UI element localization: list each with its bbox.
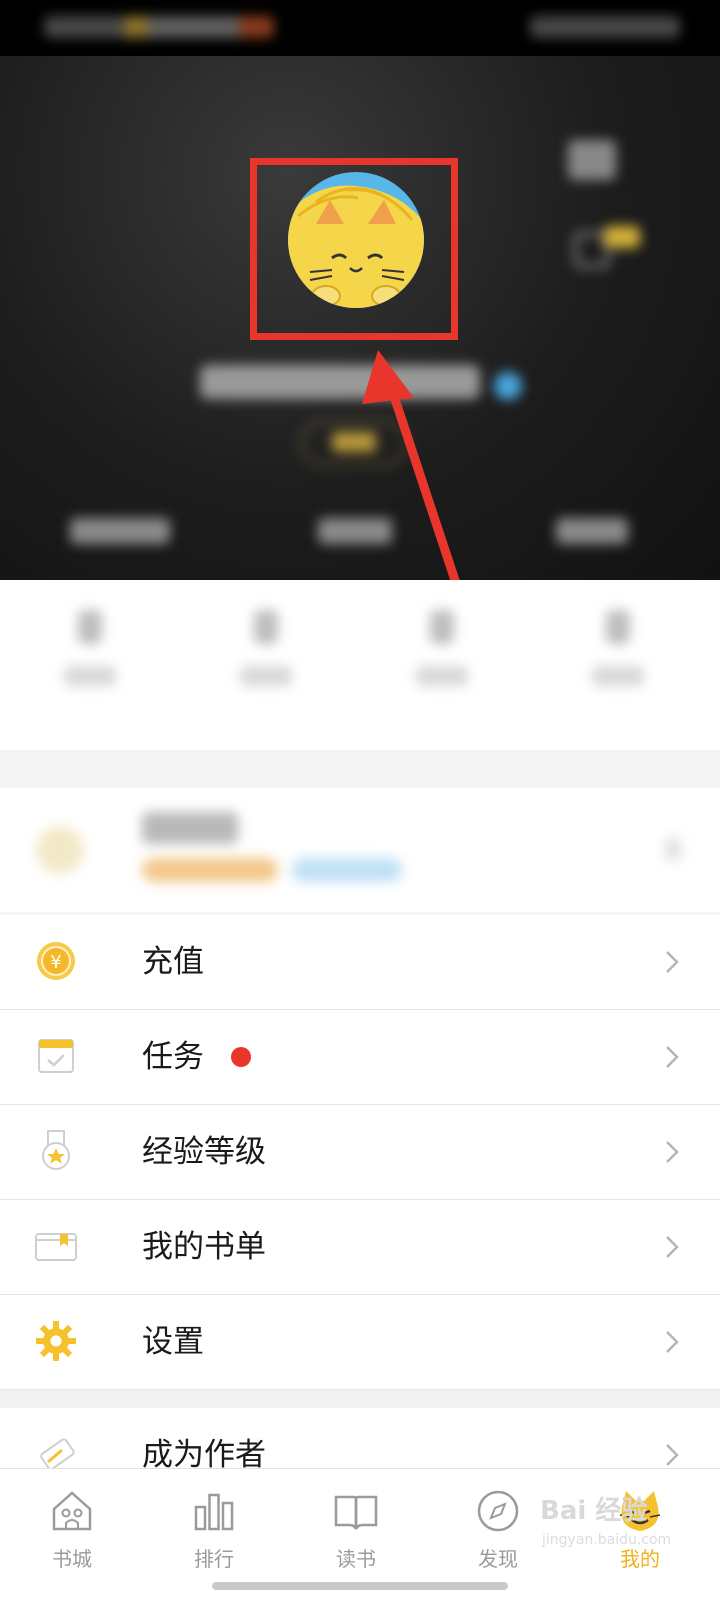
verified-icon (494, 372, 522, 400)
member-title (142, 812, 238, 844)
tab-bookstore[interactable]: 书城 (22, 1487, 122, 1572)
book-icon (334, 1495, 378, 1530)
booklist-icon (35, 1233, 77, 1261)
menu-item-label: 经验等级 (142, 1134, 266, 1170)
compass-icon (477, 1490, 519, 1532)
stat-item[interactable] (578, 610, 658, 686)
header-stat-1[interactable] (70, 518, 170, 544)
status-bar-left (44, 16, 274, 38)
tab-label: 排行 (194, 1547, 234, 1571)
notification-dot (231, 1047, 251, 1067)
chevron-right-icon (666, 1331, 679, 1353)
menu-item-my-booklist[interactable]: 我的书单 (0, 1200, 720, 1295)
calendar-icon (38, 1039, 74, 1073)
menu-item-label: 任务 (142, 1039, 204, 1075)
chevron-right-icon (666, 838, 680, 860)
home-indicator (212, 1582, 508, 1590)
header-stat-3[interactable] (556, 518, 628, 544)
username (200, 365, 480, 399)
checkin-badge (604, 226, 640, 248)
tab-reading[interactable]: 读书 (306, 1487, 406, 1572)
member-tag-2 (292, 858, 402, 882)
menu-item-recharge[interactable]: ¥ 充值 (0, 915, 720, 1010)
stat-item[interactable] (402, 610, 482, 686)
menu-item-label: 设置 (142, 1324, 204, 1360)
menu-item-label: 充值 (142, 944, 204, 980)
menu-item-tasks[interactable]: 任务 (0, 1010, 720, 1105)
menu-list: ¥ 充值 任务 经验等级 我的书单 设置 成为作者 (0, 915, 720, 1478)
member-tag-1 (142, 858, 278, 882)
ranking-icon (194, 1493, 234, 1531)
chevron-right-icon (666, 1141, 679, 1163)
tab-ranking[interactable]: 排行 (164, 1487, 264, 1572)
status-bar-right (530, 16, 680, 38)
watermark: Bai 经验 (540, 1496, 648, 1526)
tab-discover[interactable]: 发现 (448, 1487, 548, 1572)
member-icon (36, 826, 84, 874)
menu-item-label: 我的书单 (142, 1229, 266, 1265)
section-divider (0, 1390, 720, 1408)
menu-item-settings[interactable]: 设置 (0, 1295, 720, 1390)
message-icon[interactable] (568, 140, 616, 180)
stats-panel (0, 580, 720, 750)
chevron-right-icon (666, 951, 679, 973)
gear-icon (36, 1321, 76, 1361)
chevron-right-icon (666, 1236, 679, 1258)
header-stat-2[interactable] (318, 518, 392, 544)
svg-text:¥: ¥ (50, 952, 61, 973)
annotation-box (250, 158, 458, 340)
chevron-right-icon (666, 1046, 679, 1068)
watermark-url: jingyan.baidu.com (542, 1532, 672, 1548)
member-card[interactable] (0, 788, 720, 912)
menu-item-experience-level[interactable]: 经验等级 (0, 1105, 720, 1200)
status-bar (0, 0, 720, 56)
stat-item[interactable] (226, 610, 306, 686)
stat-item[interactable] (50, 610, 130, 686)
chevron-right-icon (666, 1444, 679, 1466)
tab-label: 发现 (478, 1547, 518, 1571)
bookstore-icon (52, 1491, 92, 1531)
sign-in-button[interactable] (300, 420, 408, 466)
medal-icon (42, 1130, 70, 1170)
coin-icon: ¥ (37, 942, 75, 980)
tab-label: 读书 (336, 1547, 376, 1571)
tab-label: 书城 (52, 1547, 92, 1571)
